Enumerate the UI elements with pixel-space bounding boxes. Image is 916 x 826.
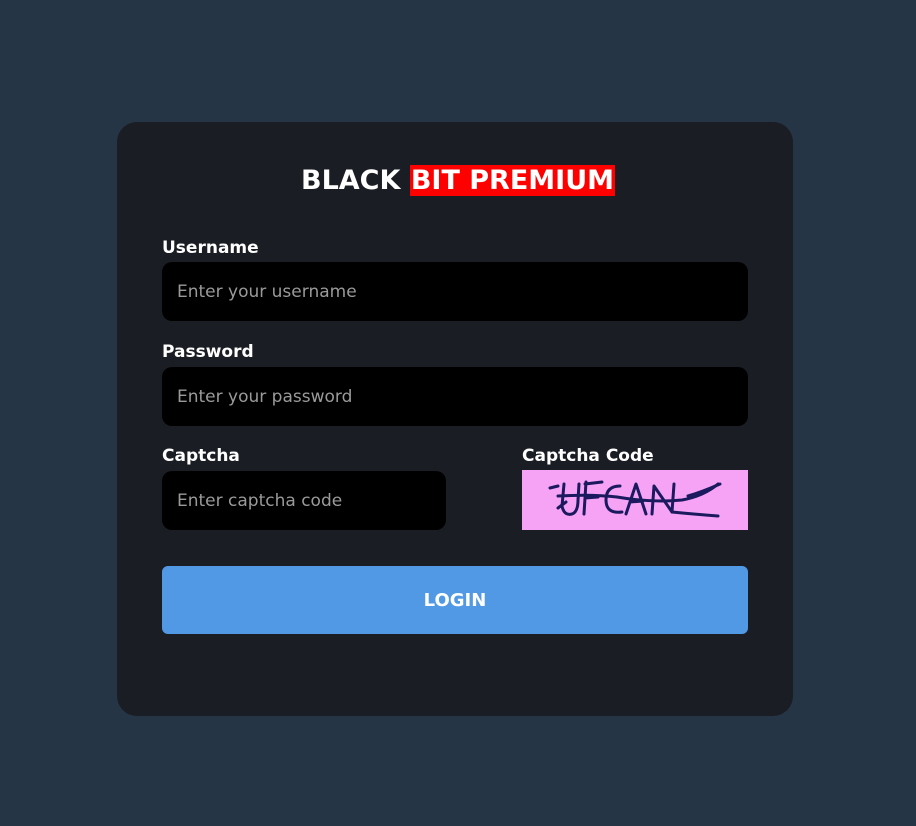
login-button[interactable]: LOGIN (162, 566, 748, 634)
captcha-code-label: Captcha Code (522, 446, 654, 466)
password-input[interactable] (162, 367, 748, 426)
username-label: Username (162, 238, 259, 258)
captcha-label: Captcha (162, 446, 240, 466)
brand-title-highlight: BIT PREMIUM (409, 165, 615, 196)
brand-title: BLACK BIT PREMIUM (0, 162, 916, 200)
captcha-image-graphic (522, 470, 748, 530)
username-input[interactable] (162, 262, 748, 321)
brand-title-part1: BLACK (300, 165, 401, 196)
captcha-image (522, 470, 748, 530)
password-label: Password (162, 342, 254, 362)
captcha-input[interactable] (162, 471, 446, 530)
